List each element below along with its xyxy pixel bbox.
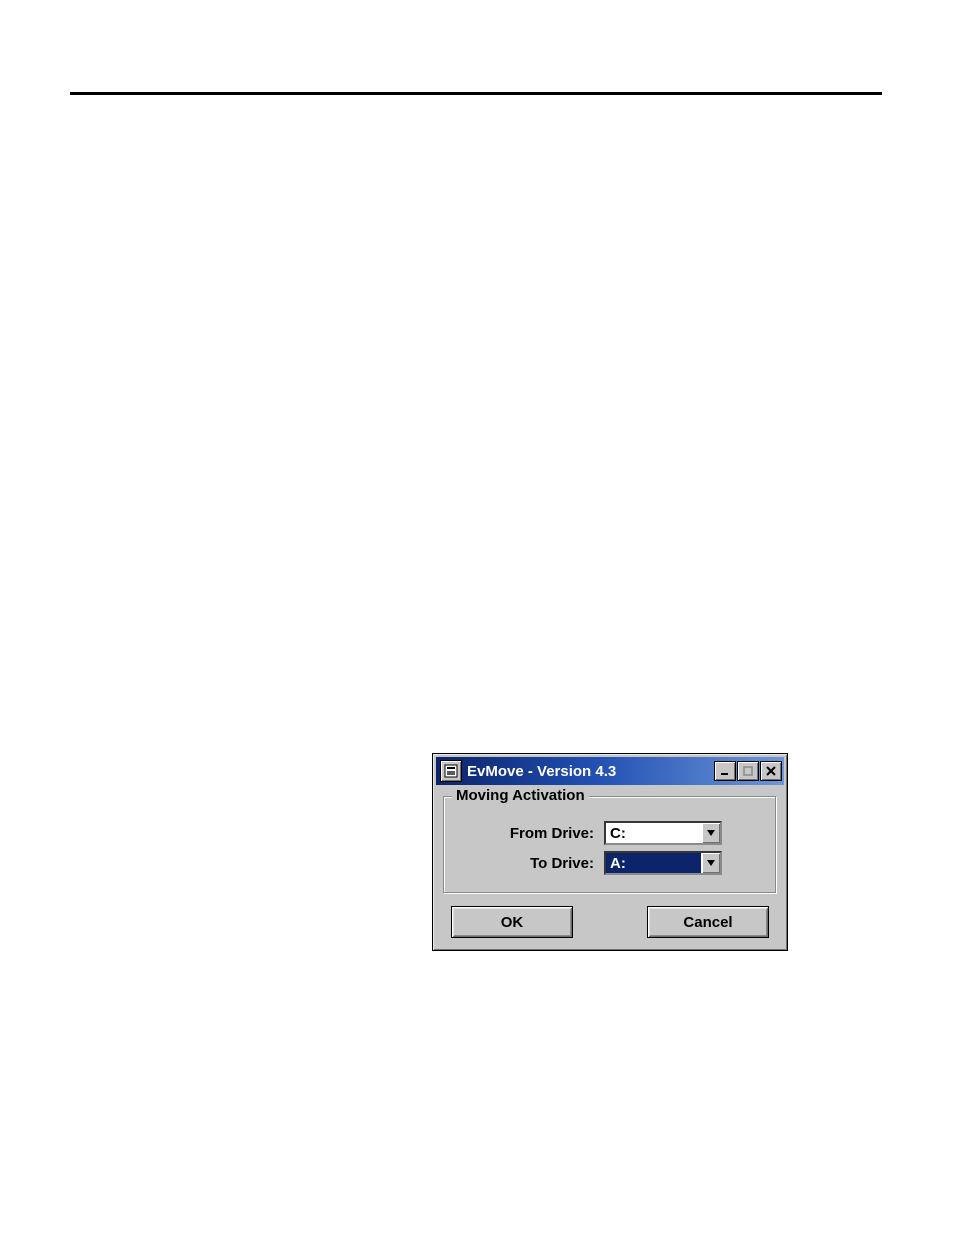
cancel-button[interactable]: Cancel <box>647 906 769 938</box>
maximize-button <box>737 761 759 781</box>
close-button[interactable] <box>760 761 782 781</box>
from-drive-row: From Drive: C: <box>454 821 766 845</box>
from-drive-value: C: <box>606 823 701 843</box>
to-drive-value: A: <box>606 853 701 873</box>
window-buttons <box>713 761 782 781</box>
to-drive-row: To Drive: A: <box>454 851 766 875</box>
minimize-button[interactable] <box>714 761 736 781</box>
to-drive-label: To Drive: <box>454 855 604 872</box>
dialog-buttons: OK Cancel <box>443 906 777 938</box>
chevron-down-icon[interactable] <box>701 853 720 873</box>
title-bar[interactable]: EvMove - Version 4.3 <box>436 757 784 785</box>
from-drive-select[interactable]: C: <box>604 821 722 845</box>
window-title: EvMove - Version 4.3 <box>467 763 713 780</box>
chevron-down-icon[interactable] <box>701 823 720 843</box>
moving-activation-group: Moving Activation From Drive: C: To Driv… <box>443 796 777 894</box>
from-drive-label: From Drive: <box>454 825 604 842</box>
group-legend: Moving Activation <box>452 787 589 804</box>
evmove-dialog: EvMove - Version 4.3 Moving Activation F… <box>432 753 788 951</box>
system-menu-icon[interactable] <box>440 760 462 782</box>
to-drive-select[interactable]: A: <box>604 851 722 875</box>
ok-button[interactable]: OK <box>451 906 573 938</box>
horizontal-rule <box>70 92 882 95</box>
client-area: Moving Activation From Drive: C: To Driv… <box>433 788 787 950</box>
